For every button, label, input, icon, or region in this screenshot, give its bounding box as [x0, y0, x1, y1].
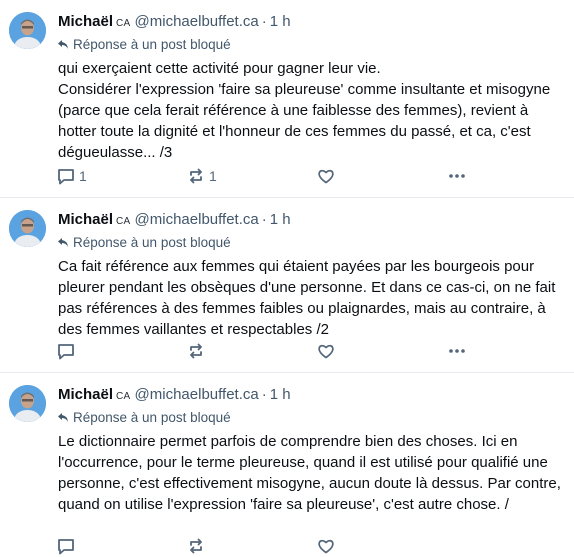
- post-text-line: Considérer l'expression 'faire sa pleure…: [58, 81, 551, 161]
- country-badge: CA: [116, 216, 131, 227]
- post-text: Ca fait référence aux femmes qui étaient…: [58, 258, 556, 338]
- heart-icon: [318, 169, 334, 184]
- speech-bubble-icon: [58, 344, 74, 360]
- separator-dot: ·: [261, 13, 267, 30]
- reply-label: Réponse à un post bloqué: [73, 410, 231, 425]
- repost-button[interactable]: [187, 340, 209, 362]
- author-name[interactable]: Michaël: [58, 13, 113, 30]
- post-feed: Michaël CA @michaelbuffet.ca · 1 h Réponse à…: [0, 0, 574, 555]
- heart-icon: [318, 344, 334, 359]
- speech-bubble-icon: [58, 169, 74, 185]
- post-header: Michaël CA @michaelbuffet.ca · 1 h: [58, 12, 291, 32]
- repost-arrows-icon: [190, 168, 202, 184]
- post[interactable]: Michaël CA @michaelbuffet.ca · 1 h Réponse à…: [0, 0, 574, 198]
- reply-context: Réponse à un post bloqué: [58, 234, 231, 252]
- post-text-line: qui exerçaient cette activité pour gagne…: [58, 60, 381, 77]
- avatar[interactable]: [9, 12, 46, 49]
- country-badge: CA: [116, 18, 131, 29]
- avatar[interactable]: [9, 385, 46, 422]
- post-header: Michaël CA @michaelbuffet.ca · 1 h: [58, 385, 291, 405]
- author-handle[interactable]: @michaelbuffet.ca: [135, 386, 259, 403]
- author-name[interactable]: Michaël: [58, 211, 113, 228]
- repost-arrows-icon: [190, 343, 202, 359]
- reply-count: 1: [79, 168, 87, 184]
- reply-button[interactable]: [57, 535, 75, 557]
- repost-button[interactable]: [187, 535, 205, 557]
- more-options-button[interactable]: [447, 165, 467, 187]
- reply-context: Réponse à un post bloqué: [58, 36, 231, 54]
- timestamp[interactable]: 1 h: [270, 211, 291, 228]
- post-text: Le dictionnaire permet parfois de compre…: [58, 433, 561, 513]
- reply-button[interactable]: 1: [57, 165, 87, 187]
- repost-arrows-icon: [190, 538, 202, 554]
- reply-button[interactable]: [57, 340, 79, 362]
- post-actions: [57, 340, 477, 362]
- avatar[interactable]: [9, 210, 46, 247]
- reply-label: Réponse à un post bloqué: [73, 37, 231, 52]
- reply-context: Réponse à un post bloqué: [58, 409, 231, 427]
- timestamp[interactable]: 1 h: [270, 13, 291, 30]
- repost-button[interactable]: 1: [187, 165, 217, 187]
- country-badge: CA: [116, 391, 131, 402]
- post-header: Michaël CA @michaelbuffet.ca · 1 h: [58, 210, 291, 230]
- like-button[interactable]: [317, 340, 335, 362]
- timestamp[interactable]: 1 h: [270, 386, 291, 403]
- repost-count: 1: [209, 168, 217, 184]
- like-button[interactable]: [317, 165, 335, 187]
- post-actions: 1 1: [57, 165, 477, 187]
- speech-bubble-icon: [58, 539, 74, 555]
- more-options-button[interactable]: [447, 340, 467, 362]
- like-button[interactable]: [317, 535, 335, 557]
- reply-label: Réponse à un post bloqué: [73, 235, 231, 250]
- reply-arrow-icon: [58, 40, 68, 49]
- reply-arrow-icon: [58, 413, 68, 422]
- post[interactable]: Michaël CA @michaelbuffet.ca · 1 h Réponse à…: [0, 373, 574, 555]
- post[interactable]: Michaël CA @michaelbuffet.ca · 1 h Réponse à…: [0, 198, 574, 373]
- heart-icon: [318, 539, 334, 554]
- author-handle[interactable]: @michaelbuffet.ca: [135, 13, 259, 30]
- ellipsis-icon: [449, 174, 465, 178]
- author-handle[interactable]: @michaelbuffet.ca: [135, 211, 259, 228]
- separator-dot: ·: [261, 386, 267, 403]
- ellipsis-icon: [449, 349, 465, 353]
- post-actions: [57, 535, 477, 557]
- separator-dot: ·: [261, 211, 267, 228]
- author-name[interactable]: Michaël: [58, 386, 113, 403]
- reply-arrow-icon: [58, 238, 68, 247]
- post-text: qui exerçaient cette activité pour gagne…: [58, 58, 568, 163]
